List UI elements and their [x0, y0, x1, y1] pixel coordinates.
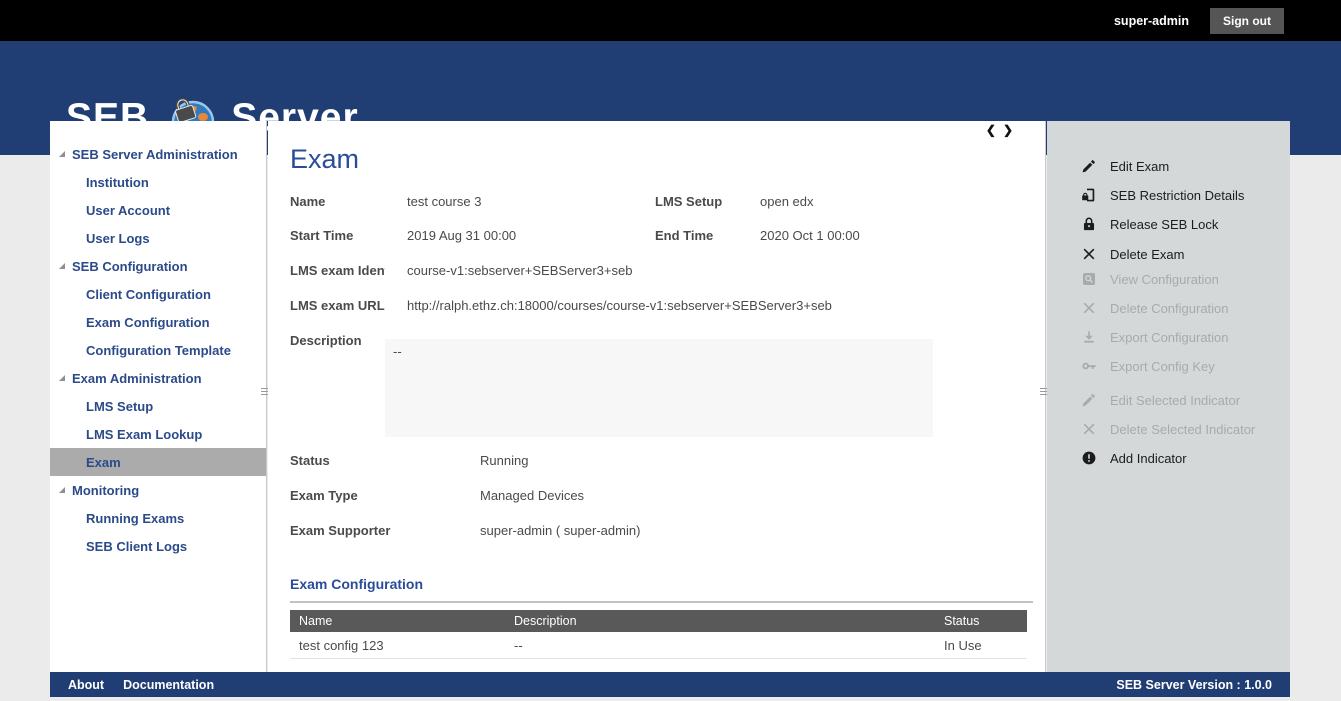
tree-expander-icon[interactable] [59, 151, 65, 157]
key-icon [1080, 358, 1097, 375]
sign-out-button[interactable]: Sign out [1210, 8, 1284, 34]
release-seb-lock-button[interactable]: Release SEB Lock [1047, 212, 1290, 236]
x-icon [1080, 300, 1097, 317]
sidebar-item-seb-configuration[interactable]: SEB Configuration [50, 252, 266, 280]
field-lms-exam-url: LMS exam URL http://ralph.ethz.ch:18000/… [290, 296, 385, 314]
x-icon [1080, 421, 1097, 438]
sidebar-item-lms-setup[interactable]: LMS Setup [50, 392, 266, 420]
sidebar-item-configuration-template[interactable]: Configuration Template [50, 336, 266, 364]
exam-configuration-table: Name Description Status test config 123 … [290, 610, 1027, 659]
sidebar-item-user-logs[interactable]: User Logs [50, 224, 266, 252]
sidebar-item-user-account[interactable]: User Account [50, 196, 266, 224]
export-config-key-button: Export Config Key [1047, 354, 1290, 378]
field-end-time: End Time 2020 Oct 1 00:00 [655, 226, 760, 244]
exam-configuration-heading: Exam Configuration [290, 576, 423, 592]
field-exam-type: Exam Type Managed Devices [290, 486, 458, 504]
delete-configuration-button: Delete Configuration [1047, 296, 1290, 320]
about-link[interactable]: About [68, 678, 104, 692]
download-icon [1080, 329, 1097, 346]
column-header-name: Name [290, 614, 505, 628]
delete-selected-indicator-button: Delete Selected Indicator [1047, 417, 1290, 441]
chevron-right-icon[interactable]: ❯ [1003, 123, 1013, 137]
workspace-panel: SEB Server Administration Institution Us… [50, 121, 1290, 672]
edit-selected-indicator-button: Edit Selected Indicator [1047, 388, 1290, 412]
table-row[interactable]: test config 123 -- In Use [290, 632, 1027, 659]
sidebar-item-client-configuration[interactable]: Client Configuration [50, 280, 266, 308]
pencil-icon [1080, 158, 1097, 175]
footer-bar: About Documentation SEB Server Version :… [50, 672, 1290, 697]
description-textarea: -- [385, 339, 933, 437]
tree-expander-icon[interactable] [59, 487, 65, 493]
sidebar-item-exam-administration[interactable]: Exam Administration [50, 364, 266, 392]
tree-expander-icon[interactable] [59, 263, 65, 269]
delete-exam-button[interactable]: Delete Exam [1047, 242, 1290, 266]
tree-expander-icon[interactable] [59, 375, 65, 381]
field-description-label: Description [290, 331, 385, 349]
x-icon [1080, 246, 1097, 263]
view-configuration-button: View Configuration [1047, 267, 1290, 291]
sidebar-item-monitoring[interactable]: Monitoring [50, 476, 266, 504]
sidebar-item-seb-client-logs[interactable]: SEB Client Logs [50, 532, 266, 560]
sidebar-nav: SEB Server Administration Institution Us… [50, 121, 266, 672]
top-bar: super-admin Sign out [0, 0, 1341, 41]
view-magnifier-icon [1080, 271, 1097, 288]
table-header-row: Name Description Status [290, 610, 1027, 632]
column-header-description: Description [505, 614, 935, 628]
field-start-time: Start Time 2019 Aug 31 00:00 [290, 226, 385, 244]
exam-detail-content: ❮ ❯ Exam Name test course 3 LMS Setup op… [268, 121, 1045, 672]
lock-icon [1080, 216, 1097, 233]
pencil-icon [1080, 392, 1097, 409]
sidebar-item-running-exams[interactable]: Running Exams [50, 504, 266, 532]
field-lms-exam-identifier: LMS exam Identifier course-v1:sebserver+… [290, 261, 385, 279]
page-title: Exam [290, 144, 359, 175]
export-configuration-button: Export Configuration [1047, 325, 1290, 349]
add-indicator-button[interactable]: Add Indicator [1047, 446, 1290, 470]
field-lms-setup: LMS Setup open edx [655, 192, 760, 210]
pager-controls: ❮ ❯ [986, 123, 1013, 137]
field-status: Status Running [290, 451, 458, 469]
seb-server-app: super-admin Sign out SEB Server [0, 0, 1341, 701]
sidebar-item-lms-exam-lookup[interactable]: LMS Exam Lookup [50, 420, 266, 448]
sidebar-item-exam[interactable]: Exam [50, 448, 266, 476]
sidebar-item-seb-server-administration[interactable]: SEB Server Administration [50, 140, 266, 168]
sidebar-item-exam-configuration[interactable]: Exam Configuration [50, 308, 266, 336]
action-panel: Edit Exam SEB Restriction Details Releas… [1047, 121, 1290, 672]
seb-restriction-details-button[interactable]: SEB Restriction Details [1047, 183, 1290, 207]
column-header-status: Status [935, 614, 1027, 628]
chevron-left-icon[interactable]: ❮ [986, 123, 996, 137]
field-exam-supporter: Exam Supporter super-admin ( super-admin… [290, 521, 458, 539]
edit-exam-button[interactable]: Edit Exam [1047, 154, 1290, 178]
section-divider [290, 601, 1033, 603]
documentation-link[interactable]: Documentation [123, 678, 214, 692]
field-name: Name test course 3 [290, 192, 385, 210]
sidebar-item-institution[interactable]: Institution [50, 168, 266, 196]
action-panel-sash-grip[interactable] [1040, 388, 1047, 400]
version-label: SEB Server Version : 1.0.0 [1116, 678, 1272, 692]
current-username: super-admin [1114, 14, 1189, 28]
restriction-details-icon [1080, 187, 1097, 204]
sidebar-sash-grip[interactable] [261, 388, 268, 400]
exclamation-circle-icon [1080, 450, 1097, 467]
